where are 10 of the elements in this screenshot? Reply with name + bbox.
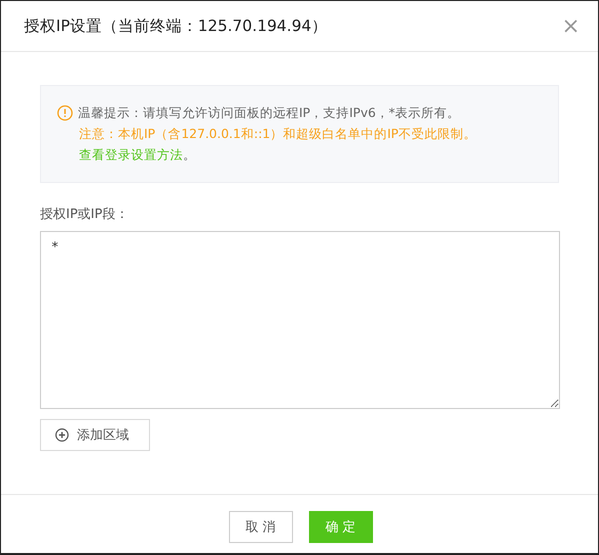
warning-icon <box>57 105 73 121</box>
field-label: 授权IP或IP段： <box>40 206 130 223</box>
add-region-button[interactable]: 添加区域 <box>40 419 150 451</box>
plus-circle-icon <box>55 428 69 442</box>
tip-text: 温馨提示：请填写允许访问面板的远程IP，支持IPv6，*表示所有。 <box>78 104 460 122</box>
punctuation: 。 <box>183 146 196 164</box>
cancel-button[interactable]: 取 消 <box>228 511 292 543</box>
ip-input-field[interactable]: * <box>40 231 560 409</box>
warning-text: 注意：本机IP（含127.0.0.1和::1）和超级白名单中的IP不受此限制。 <box>79 126 476 142</box>
dialog-title: 授权IP设置（当前终端：125.70.194.94） <box>24 16 328 36</box>
